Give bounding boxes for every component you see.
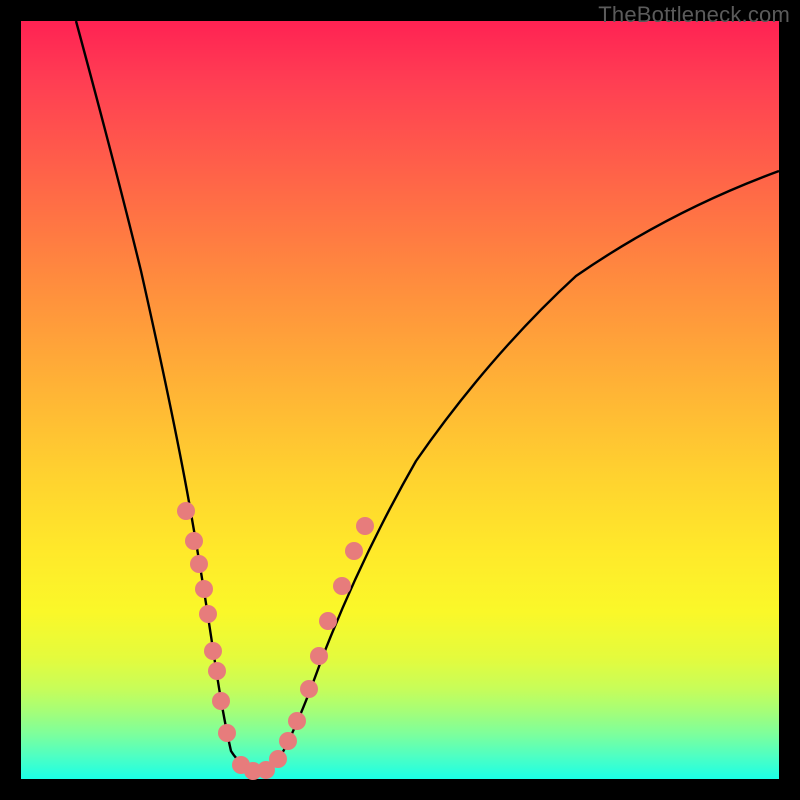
data-dot xyxy=(199,605,217,623)
left-curve-line xyxy=(76,21,255,769)
data-dot xyxy=(319,612,337,630)
watermark-text: TheBottleneck.com xyxy=(598,2,790,28)
data-dot xyxy=(356,517,374,535)
data-dot xyxy=(190,555,208,573)
data-dot xyxy=(204,642,222,660)
data-dot xyxy=(300,680,318,698)
data-dot xyxy=(218,724,236,742)
data-dot xyxy=(279,732,297,750)
data-dot xyxy=(288,712,306,730)
right-curve-line xyxy=(255,171,779,769)
data-dot xyxy=(212,692,230,710)
data-dot xyxy=(185,532,203,550)
chart-plot-area xyxy=(21,21,779,779)
data-dot xyxy=(177,502,195,520)
chart-svg xyxy=(21,21,779,779)
data-dot xyxy=(345,542,363,560)
data-dot xyxy=(333,577,351,595)
data-dot xyxy=(195,580,213,598)
data-dot xyxy=(269,750,287,768)
data-dot xyxy=(310,647,328,665)
data-dot xyxy=(208,662,226,680)
